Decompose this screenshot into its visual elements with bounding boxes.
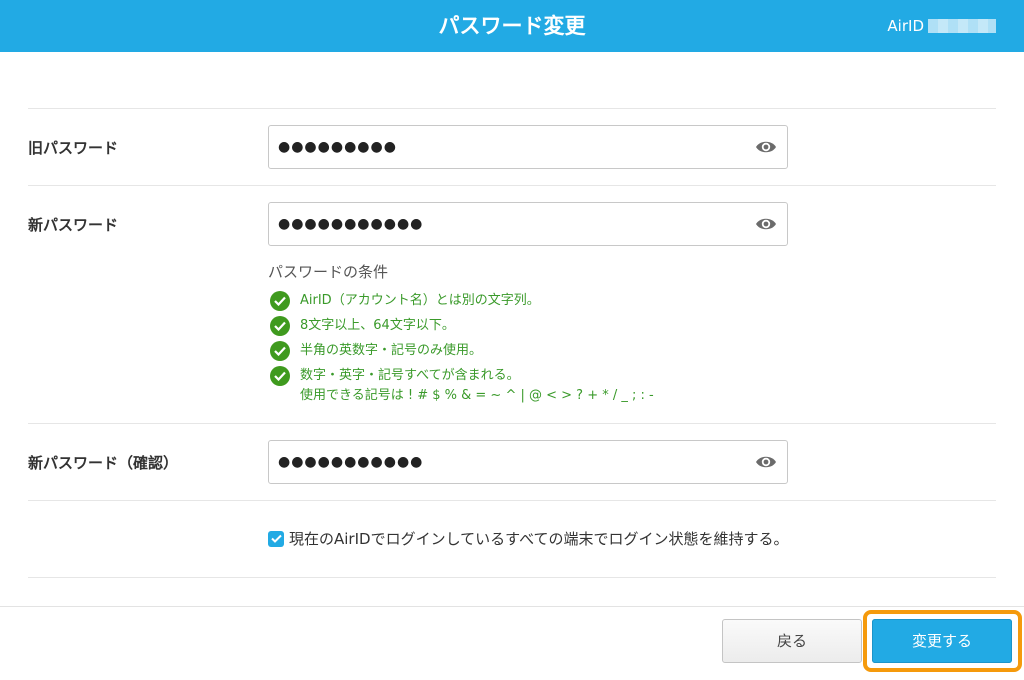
condition-text: 数字・英字・記号すべてが含まれる。 bbox=[300, 368, 520, 383]
masked-account-id bbox=[928, 19, 996, 33]
confirm-password-value: ●●●●●●●●●●● bbox=[278, 454, 424, 470]
divider bbox=[28, 185, 996, 186]
condition-item: AirID（アカウント名）とは別の文字列。 bbox=[270, 291, 540, 311]
confirm-password-label: 新パスワード（確認） bbox=[28, 454, 179, 472]
keep-login-option[interactable]: 現在のAirIDでログインしているすべての端末でログイン状態を維持する。 bbox=[268, 528, 788, 549]
keep-login-checkbox[interactable] bbox=[268, 530, 284, 547]
divider bbox=[28, 500, 996, 501]
check-icon bbox=[270, 316, 290, 336]
page-title: パスワード変更 bbox=[438, 14, 586, 38]
new-password-value: ●●●●●●●●●●● bbox=[278, 216, 424, 232]
back-button[interactable]: 戻る bbox=[722, 619, 862, 663]
show-password-eye-icon[interactable] bbox=[754, 452, 778, 472]
change-password-button[interactable]: 変更する bbox=[872, 619, 1012, 663]
new-password-label: 新パスワード bbox=[28, 216, 119, 234]
condition-text: AirID（アカウント名）とは別の文字列。 bbox=[300, 293, 540, 308]
show-password-eye-icon[interactable] bbox=[754, 214, 778, 234]
condition-item: 数字・英字・記号すべてが含まれる。 使用できる記号は ! # $ % & = ~… bbox=[270, 366, 654, 406]
footer-divider bbox=[0, 606, 1024, 607]
divider bbox=[28, 577, 996, 578]
condition-text-group: 数字・英字・記号すべてが含まれる。 使用できる記号は ! # $ % & = ~… bbox=[300, 366, 654, 406]
airid-label: AirID bbox=[887, 17, 924, 35]
new-password-field[interactable]: ●●●●●●●●●●● bbox=[268, 202, 788, 246]
condition-text: 8文字以上、64文字以下。 bbox=[300, 318, 455, 333]
old-password-field[interactable]: ●●●●●●●●● bbox=[268, 125, 788, 169]
confirm-password-field[interactable]: ●●●●●●●●●●● bbox=[268, 440, 788, 484]
check-icon bbox=[270, 341, 290, 361]
app-header: パスワード変更 AirID bbox=[0, 0, 1024, 52]
old-password-value: ●●●●●●●●● bbox=[278, 139, 397, 155]
condition-symbols-text: 使用できる記号は ! # $ % & = ~ ^ | @ < > ? + * /… bbox=[300, 388, 654, 403]
old-password-label: 旧パスワード bbox=[28, 139, 119, 157]
check-icon bbox=[270, 291, 290, 311]
account-indicator[interactable]: AirID bbox=[887, 0, 996, 52]
condition-text: 半角の英数字・記号のみ使用。 bbox=[300, 343, 483, 358]
keep-login-label[interactable]: 現在のAirIDでログインしているすべての端末でログイン状態を維持する。 bbox=[289, 528, 788, 549]
show-password-eye-icon[interactable] bbox=[754, 137, 778, 157]
password-conditions-title: パスワードの条件 bbox=[268, 263, 389, 281]
check-icon bbox=[270, 366, 290, 386]
divider bbox=[28, 108, 996, 109]
condition-item: 半角の英数字・記号のみ使用。 bbox=[270, 341, 482, 361]
condition-item: 8文字以上、64文字以下。 bbox=[270, 316, 455, 336]
divider bbox=[28, 423, 996, 424]
